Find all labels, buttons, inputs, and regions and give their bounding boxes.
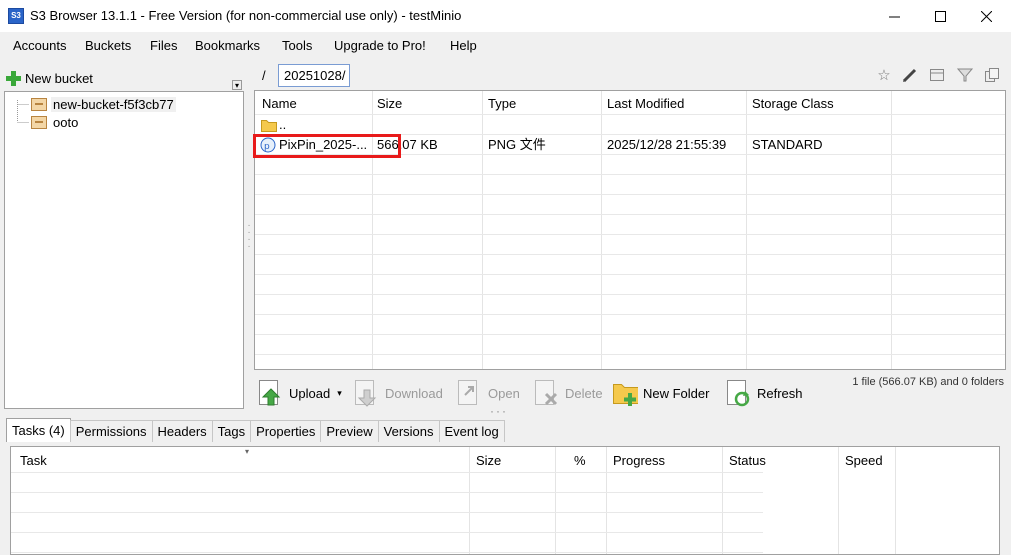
file-count-status: 1 file (566.07 KB) and 0 folders [852,376,1004,388]
bucket-label: new-bucket-f5f3cb77 [51,96,176,112]
delete-icon [534,379,560,407]
menu-buckets[interactable]: Buckets [85,38,131,53]
plus-icon [6,70,21,86]
tasks-column-percent[interactable]: % [565,447,595,475]
refresh-label: Refresh [757,385,803,401]
menu-tools[interactable]: Tools [282,38,312,53]
copy-icon[interactable] [982,65,1002,85]
download-icon [354,379,380,407]
tasks-column-size[interactable]: Size [467,447,510,475]
file-list: Name Size Type Last Modified Storage Cla… [254,90,1006,370]
upload-label: Upload [289,385,331,401]
pencil-icon[interactable] [900,65,920,85]
filter-icon[interactable] [955,65,975,85]
tree-item-bucket[interactable]: new-bucket-f5f3cb77 [31,95,176,113]
minimize-button[interactable] [871,0,917,32]
new-folder-label: New Folder [643,385,710,401]
download-label: Download [385,385,443,401]
delete-label: Delete [565,385,603,401]
menu-files[interactable]: Files [150,38,177,53]
file-type: PNG 文件 [488,137,546,152]
app-icon: S3 [8,8,24,24]
download-button[interactable]: Download [354,376,443,410]
upload-button[interactable]: Upload ▾ [258,376,342,410]
menu-upgrade[interactable]: Upgrade to Pro! [334,38,426,53]
menu-accounts[interactable]: Accounts [13,38,66,53]
menu-bookmarks[interactable]: Bookmarks [195,38,260,53]
tab-headers[interactable]: Headers [151,420,213,442]
window-icon[interactable] [927,65,947,85]
maximize-icon [934,10,946,22]
bottom-tab-bar: Tasks (4) Permissions Headers Tags Prope… [6,418,505,442]
tab-tags[interactable]: Tags [211,420,252,442]
sort-arrow-icon: ▾ [245,447,250,456]
tab-tasks[interactable]: Tasks (4) [6,418,71,442]
bucket-icon [31,115,47,129]
file-modified: 2025/12/28 21:55:39 [607,137,727,152]
title-bar: S3 S3 Browser 13.1.1 - Free Version (for… [0,0,1011,32]
splitter-handle[interactable]: ··· [490,404,508,418]
tab-event-log[interactable]: Event log [438,420,505,442]
tasks-column-status[interactable]: Status [720,447,775,475]
tree-lines [17,100,29,123]
close-icon [980,10,992,22]
open-label: Open [488,385,520,401]
new-folder-button[interactable]: New Folder [612,376,709,410]
delete-button[interactable]: Delete [534,376,603,410]
tab-versions[interactable]: Versions [377,420,440,442]
splitter-handle[interactable]: · · · · [246,221,252,252]
window-title: S3 Browser 13.1.1 - Free Version (for no… [30,8,462,23]
parent-folder-label: .. [279,117,287,132]
maximize-button[interactable] [917,0,963,32]
minimize-icon [888,16,900,17]
menu-help[interactable]: Help [450,38,477,53]
tab-permissions[interactable]: Permissions [69,420,153,442]
refresh-icon [726,379,752,407]
dropdown-arrow-icon[interactable]: ▾ [337,388,342,399]
tasks-column-task[interactable]: Task [11,447,56,475]
refresh-button[interactable]: Refresh [726,376,803,410]
close-button[interactable] [963,0,1009,32]
path-segment[interactable]: 20251028/ [278,64,350,87]
folder-icon [261,120,277,132]
selection-highlight [253,134,401,158]
tasks-list: ▾ Task Size % Progress Status Speed [10,446,1000,555]
bucket-tree: new-bucket-f5f3cb77 ooto [4,91,244,409]
open-icon [457,379,483,407]
bucket-icon [31,97,47,111]
file-storage-class: STANDARD [752,137,823,152]
new-folder-icon [612,379,638,407]
bucket-label: ooto [53,114,79,130]
parent-folder-row[interactable]: .. [255,115,286,135]
tasks-column-speed[interactable]: Speed [836,447,892,475]
upload-icon [258,379,284,407]
open-button[interactable]: Open [457,376,520,410]
tree-item-bucket[interactable]: ooto [31,113,80,131]
path-root[interactable]: / [262,68,266,83]
tab-properties[interactable]: Properties [250,420,322,442]
star-icon[interactable]: ☆ [874,65,894,85]
tab-preview[interactable]: Preview [320,420,379,442]
new-bucket-label: New bucket [25,70,93,86]
new-bucket-button[interactable]: New bucket [6,67,244,89]
panel-dropdown-arrow[interactable]: ▾ [232,80,242,90]
tasks-column-progress[interactable]: Progress [604,447,674,475]
